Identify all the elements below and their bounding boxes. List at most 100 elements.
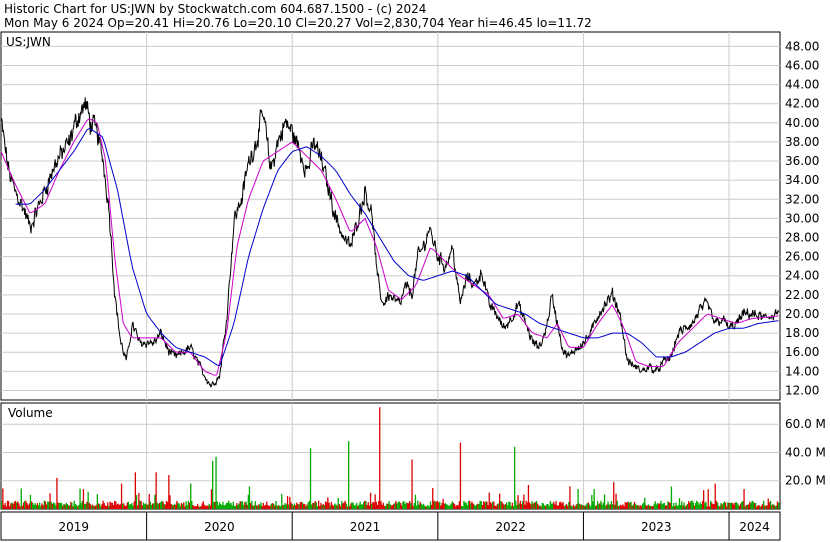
volume-bar [473, 504, 475, 509]
volume-bar [591, 494, 593, 509]
volume-bar [743, 489, 745, 509]
volume-bar [288, 504, 290, 509]
volume-bar [21, 505, 23, 509]
year-label: 2022 [495, 520, 526, 534]
volume-bar [505, 502, 508, 509]
volume-bar [647, 504, 649, 509]
volume-bar [724, 502, 727, 509]
volume-bar [361, 504, 364, 509]
volume-bar [246, 504, 248, 509]
year-label: 2024 [739, 520, 770, 534]
volume-bar [171, 504, 173, 509]
volume-bar [442, 498, 444, 509]
volume-bar [508, 501, 510, 509]
price-tick-label: 16.00 [785, 345, 819, 359]
volume-bar [207, 505, 209, 509]
volume-bar [656, 503, 659, 509]
volume-bar [296, 502, 298, 509]
volume-bar [256, 505, 259, 509]
volume-bar [727, 502, 729, 509]
volume-bar [110, 502, 112, 509]
volume-bar [185, 501, 187, 509]
volume-bar [464, 502, 466, 509]
volume-bar [425, 506, 427, 509]
volume-bar [3, 505, 5, 509]
price-tick-label: 40.00 [785, 116, 819, 130]
volume-bar [661, 504, 663, 509]
price-tick-label: 20.00 [785, 307, 819, 321]
volume-bar [708, 506, 711, 509]
volume-bar [51, 503, 53, 509]
volume-bar [547, 504, 549, 509]
volume-bar [519, 500, 521, 509]
volume-bar [475, 504, 478, 509]
volume-bar [530, 504, 532, 509]
price-tick-label: 14.00 [785, 364, 819, 378]
volume-bar [739, 503, 742, 509]
volume-bar [163, 503, 165, 509]
volume-bar [571, 506, 573, 509]
volume-bar [774, 506, 776, 509]
volume-bar [248, 486, 251, 509]
volume-bar [615, 493, 617, 509]
volume-bar [671, 506, 674, 509]
volume-bar [722, 503, 724, 509]
volume-bar [613, 482, 615, 509]
volume-bar [220, 504, 222, 509]
volume-bar [752, 501, 754, 509]
volume-bar [84, 503, 86, 509]
volume-bar [711, 502, 713, 509]
price-tick-label: 26.00 [785, 250, 819, 264]
volume-bar [191, 501, 193, 509]
volume-bar [768, 502, 770, 509]
volume-bar [298, 504, 300, 509]
volume-bar [707, 489, 709, 509]
volume-bar [693, 505, 696, 509]
volume-bar [624, 502, 626, 509]
volume-bar [534, 502, 536, 509]
volume-bar [576, 504, 578, 509]
volume-bar [108, 506, 110, 509]
volume-bar [632, 504, 634, 509]
volume-bar [578, 503, 580, 509]
volume-bar [250, 503, 252, 509]
volume-bar [368, 505, 370, 509]
volume-bar [523, 494, 525, 509]
volume-bar [527, 485, 530, 509]
volume-bar [29, 494, 32, 509]
volume-bar [327, 497, 329, 509]
volume-bar [542, 503, 545, 509]
volume-bar [313, 502, 315, 509]
volume-bar [583, 505, 585, 509]
volume-bar [622, 504, 624, 509]
volume-bar [561, 503, 563, 509]
volume-bar [451, 501, 453, 509]
volume-bar [86, 501, 88, 509]
volume-bar [124, 506, 126, 509]
volume-bar [183, 502, 185, 509]
volume-bar [558, 502, 561, 509]
volume-bar [1, 501, 3, 509]
volume-bar [7, 500, 10, 509]
volume-bar [331, 504, 334, 509]
volume-bar [200, 506, 202, 509]
volume-bar [198, 506, 200, 509]
volume-bar [766, 505, 768, 509]
volume-bar [354, 504, 357, 509]
volume-bar [130, 504, 132, 509]
volume-bar [254, 501, 256, 509]
volume-bar [383, 506, 385, 509]
volume-bar [437, 502, 440, 509]
volume-bar [674, 506, 676, 509]
volume-tick-label: 40.0 M [785, 445, 826, 459]
price-tick-label: 46.00 [785, 58, 819, 72]
volume-bar [654, 501, 656, 509]
volume-bar [493, 501, 495, 509]
volume-bar [205, 506, 207, 509]
volume-bar [75, 504, 78, 509]
volume-bar [685, 505, 687, 509]
volume-bar [97, 503, 100, 509]
volume-bar [230, 502, 232, 509]
volume-bar [141, 505, 143, 509]
volume-bar [137, 505, 139, 509]
